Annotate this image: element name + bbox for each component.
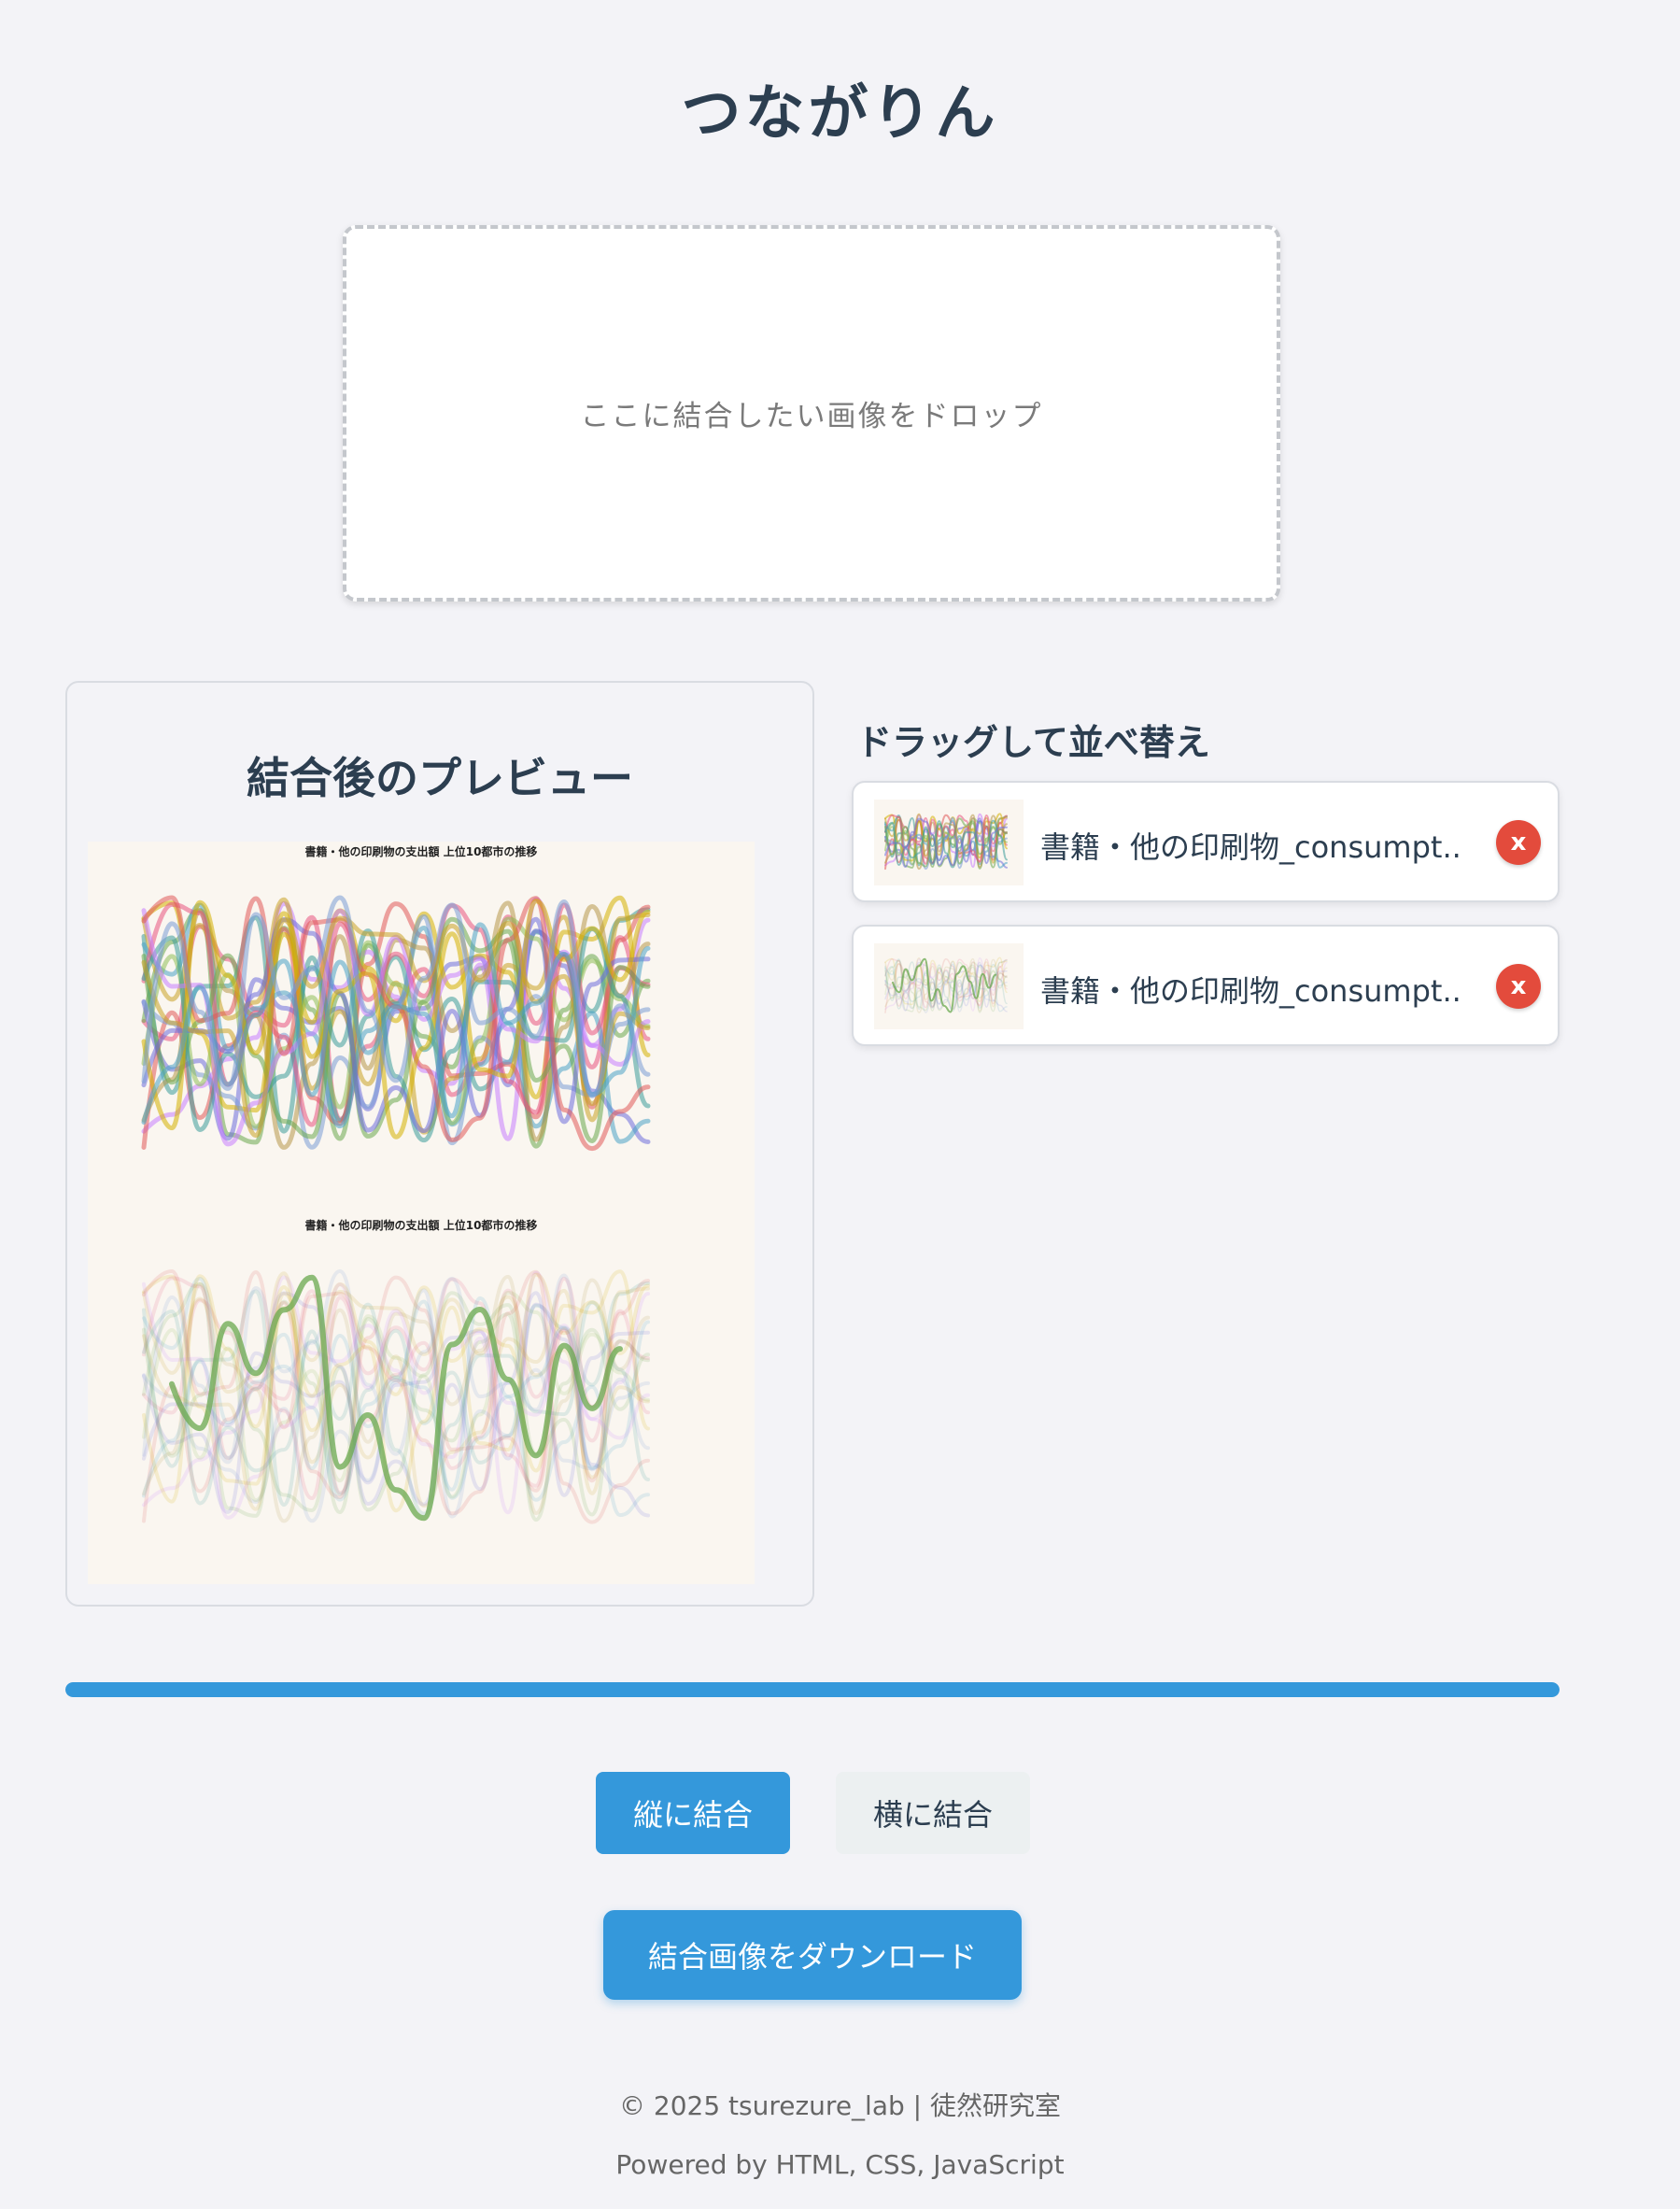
image-dropzone[interactable]: ここに結合したい画像をドロップ <box>343 225 1280 602</box>
image-filename: 書籍・他の印刷物_consumpt.. <box>1040 829 1461 865</box>
image-filename: 書籍・他の印刷物_consumpt.. <box>1040 973 1461 1009</box>
dropzone-text: ここに結合したい画像をドロップ <box>580 400 1043 433</box>
preview-chart-title-2: 書籍・他の印刷物の支出額 上位10都市の推移 <box>305 1218 538 1232</box>
combined-image-preview: 書籍・他の印刷物の支出額 上位10都市の推移 書籍・他の印刷物の支出額 上位10… <box>88 842 755 1584</box>
progress-bar <box>65 1682 1560 1697</box>
download-button[interactable]: 結合画像をダウンロード <box>603 1910 1022 2000</box>
preview-heading: 結合後のプレビュー <box>247 753 633 803</box>
reorder-heading: ドラッグして並べ替え <box>856 722 1210 763</box>
preview-panel: 結合後のプレビュー 書籍・他の印刷物の支出額 上位10都市の推移 書籍・他の印刷… <box>65 681 814 1607</box>
combine-horizontal-button[interactable]: 横に結合 <box>836 1772 1030 1854</box>
delete-button[interactable]: x <box>1496 964 1541 1009</box>
delete-button[interactable]: x <box>1496 820 1541 865</box>
app-title: つながりん <box>681 79 999 149</box>
footer-powered-by: Powered by HTML, CSS, JavaScript <box>615 2149 1065 2180</box>
preview-chart-title-1: 書籍・他の印刷物の支出額 上位10都市の推移 <box>305 844 538 858</box>
preview-chart-1 <box>141 895 651 1152</box>
progress-fill <box>65 1682 1560 1697</box>
combine-vertical-button[interactable]: 縦に結合 <box>596 1772 790 1854</box>
image-thumbnail <box>874 800 1024 885</box>
footer-copyright: © 2025 tsurezure_lab | 徒然研究室 <box>618 2090 1061 2121</box>
image-thumbnail <box>874 943 1024 1029</box>
image-list-item[interactable]: 書籍・他の印刷物_consumpt.. x <box>852 925 1560 1046</box>
preview-chart-2 <box>142 1269 650 1524</box>
combined-image: 書籍・他の印刷物の支出額 上位10都市の推移 書籍・他の印刷物の支出額 上位10… <box>141 844 651 1524</box>
image-list-item[interactable]: 書籍・他の印刷物_consumpt.. x <box>852 781 1560 902</box>
